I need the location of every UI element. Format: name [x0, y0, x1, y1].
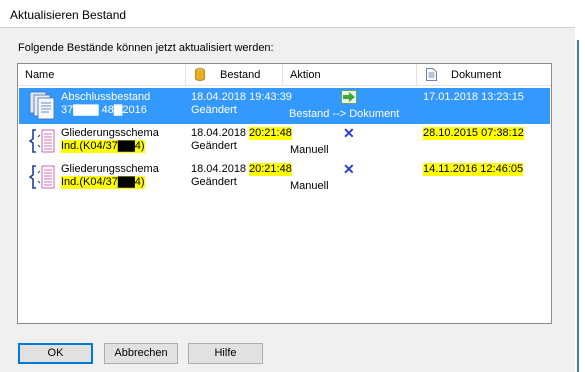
row-name-line1: Abschlussbestand — [61, 91, 151, 103]
intro-text: Folgende Bestände können jetzt aktualisi… — [18, 42, 274, 54]
column-header-name-label: Name — [25, 69, 55, 81]
row-bestand-status: Geändert — [191, 104, 237, 116]
list-item[interactable]: Gliederungsschema Ind.(K04/37▇▇4) 18.04.… — [19, 124, 550, 160]
list-header: Name Bestand Aktion Dokument — [18, 64, 551, 86]
column-header-dokument-label: Dokument — [451, 69, 502, 81]
row-bestand-date: 18.04.2018 — [191, 127, 247, 139]
inventory-list[interactable]: Name Bestand Aktion Dokument Abschlussbe… — [17, 63, 552, 324]
row-bestand-status: Geändert — [191, 140, 237, 152]
row-dokument: 28.10.2015 07:38:12 — [423, 127, 524, 140]
list-item[interactable]: Abschlussbestand 37▇▇▇ 48▇2016 18.04.201… — [19, 88, 550, 124]
row-name-line1: Gliederungsschema — [61, 127, 159, 139]
row-name-line2: 37▇▇▇ 48▇2016 — [61, 104, 147, 116]
row-bestand-time: 20:21:48 — [249, 127, 292, 140]
background-window-divider — [577, 40, 579, 372]
row-bestand-date: 18.04.2018 19:43:39 — [191, 91, 292, 103]
row-aktion: Manuell — [290, 180, 329, 192]
document-icon — [426, 68, 437, 81]
database-icon — [195, 68, 205, 81]
row-bestand-status: Geändert — [191, 176, 237, 188]
window-title: Aktualisieren Bestand — [10, 8, 127, 22]
list-item[interactable]: Gliederungsschema Ind.(K04/37▇▇4) 18.04.… — [19, 160, 550, 196]
row-name-line2: Ind.(K04/37▇▇4) — [61, 176, 145, 189]
column-header-dokument[interactable]: Dokument — [417, 64, 551, 86]
cancel-button[interactable]: Abbrechen — [104, 343, 178, 364]
help-button[interactable]: Hilfe — [188, 343, 263, 364]
column-header-aktion-label: Aktion — [290, 69, 321, 81]
row-bestand-time: 20:21:48 — [249, 163, 292, 176]
schema-icon — [29, 129, 55, 153]
column-header-aktion[interactable]: Aktion — [283, 64, 417, 86]
schema-icon — [29, 165, 55, 189]
title-bar[interactable]: Aktualisieren Bestand — [0, 0, 585, 28]
close-icon: ✕ — [343, 161, 355, 177]
column-header-name[interactable]: Name — [18, 64, 186, 86]
row-aktion: Manuell — [290, 144, 329, 156]
row-dokument: 17.01.2018 13:23:15 — [423, 91, 524, 103]
close-icon: ✕ — [343, 125, 355, 141]
row-name-line1: Gliederungsschema — [61, 163, 159, 175]
row-name-line2: Ind.(K04/37▇▇4) — [61, 140, 145, 153]
row-bestand-date: 18.04.2018 — [191, 163, 247, 175]
arrow-right-icon — [341, 90, 357, 104]
ok-button[interactable]: OK — [18, 343, 93, 364]
column-header-bestand[interactable]: Bestand — [186, 64, 283, 86]
row-dokument: 14.11.2016 12:46:05 — [423, 163, 524, 176]
column-header-bestand-label: Bestand — [220, 69, 261, 81]
update-dialog: Aktualisieren Bestand Folgende Bestände … — [0, 0, 585, 372]
background-window-edge — [575, 0, 585, 372]
document-stack-icon — [29, 91, 55, 120]
row-aktion: Bestand --> Dokument — [289, 108, 400, 120]
